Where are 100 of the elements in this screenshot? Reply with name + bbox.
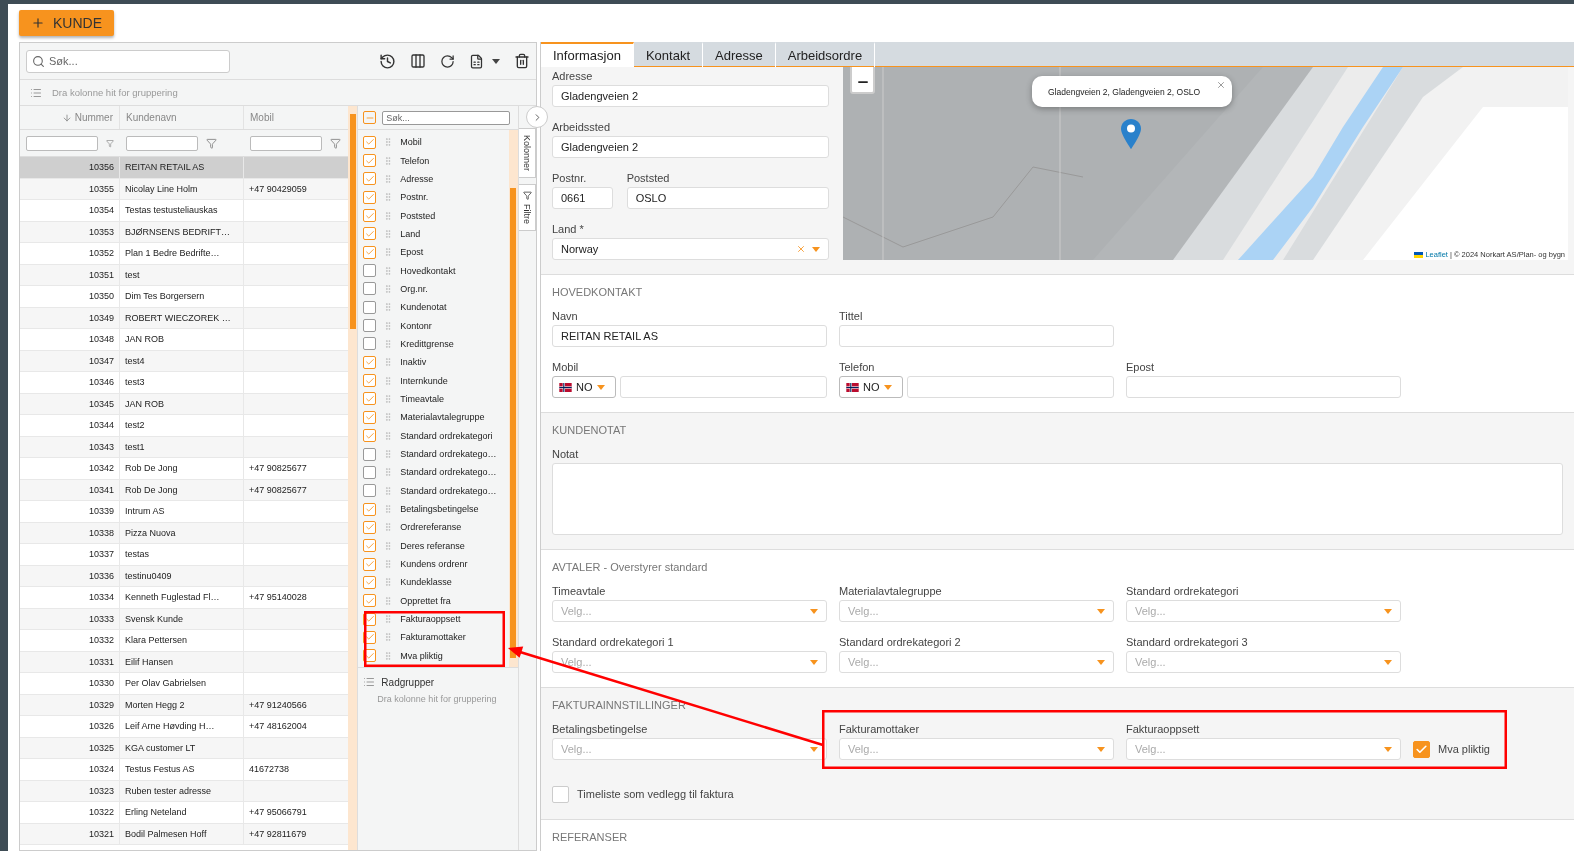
phone-field[interactable]	[907, 376, 1114, 398]
tab[interactable]: Informasjon	[541, 42, 634, 67]
table-row[interactable]: 10331 Eilif Hansen	[20, 651, 349, 673]
text-field[interactable]	[839, 325, 1114, 347]
checkbox[interactable]	[363, 520, 377, 534]
columns-icon[interactable]	[410, 53, 426, 69]
table-row[interactable]: 10330 Per Olav Gabrielsen	[20, 673, 349, 695]
checkbox[interactable]	[363, 264, 377, 278]
checkbox[interactable]	[363, 502, 377, 516]
select-field[interactable]: Norway	[552, 238, 829, 260]
table-row[interactable]: 10323 Ruben tester adresse	[20, 780, 349, 802]
table-row[interactable]: 10332 Klara Pettersen	[20, 630, 349, 652]
column-name: Kredittgrense	[400, 338, 454, 349]
table-row[interactable]: 10344 test2	[20, 415, 349, 437]
side-tab[interactable]: Filtre	[519, 184, 536, 232]
close-icon[interactable]	[1216, 80, 1226, 90]
phone-field[interactable]	[620, 376, 827, 398]
checkbox[interactable]	[363, 594, 377, 608]
filter-field[interactable]	[250, 135, 322, 151]
checkbox[interactable]	[363, 465, 377, 479]
checkbox[interactable]	[363, 447, 377, 461]
table-row[interactable]: 10322 Erling Neteland +47 95066791	[20, 802, 349, 824]
filter-icon[interactable]	[206, 137, 217, 149]
checkbox[interactable]	[363, 319, 377, 333]
checkbox[interactable]	[363, 539, 377, 553]
column-search-field[interactable]: Søk...	[382, 110, 511, 125]
column-name: Fakturaoppsett	[400, 614, 461, 625]
table-row[interactable]: 10354 Testas testusteliauskas	[20, 200, 349, 222]
text-field[interactable]: Gladengveien 2	[552, 136, 829, 158]
table-cell: BJØRNSENS BEDRIFT…	[120, 221, 244, 242]
checkbox[interactable]	[363, 484, 377, 498]
spreadsheet-icon[interactable]	[469, 53, 484, 69]
table-row[interactable]: 10355 Nicolay Line Holm +47 90429059	[20, 178, 349, 200]
checkbox[interactable]	[363, 282, 377, 296]
table-row[interactable]: 10353 BJØRNSENS BEDRIFT…	[20, 221, 349, 243]
table-row[interactable]: 10326 Leif Arne Høvding H… +47 48162004	[20, 716, 349, 738]
checkbox[interactable]	[363, 575, 377, 589]
table-row[interactable]: 10339 Intrum AS	[20, 501, 349, 523]
country-select[interactable]: NO	[552, 376, 616, 398]
checkbox[interactable]	[363, 337, 377, 351]
checkbox[interactable]	[363, 172, 377, 186]
select-all-checkbox[interactable]	[363, 111, 377, 124]
country-select[interactable]: NO	[839, 376, 903, 398]
table-row[interactable]: 10347 test4	[20, 350, 349, 372]
table-row[interactable]: 10336 testinu0409	[20, 565, 349, 587]
table-row[interactable]: 10352 Plan 1 Bedre Bedrifte…	[20, 243, 349, 265]
table-row[interactable]: 10346 test3	[20, 372, 349, 394]
scrollbar[interactable]	[348, 106, 359, 850]
history-icon[interactable]	[379, 52, 396, 70]
zoom-out-button[interactable]	[850, 67, 875, 94]
table-row[interactable]: 10356 REITAN RETAIL AS	[20, 157, 349, 179]
table-row[interactable]: 10343 test1	[20, 436, 349, 458]
checkbox[interactable]	[1413, 740, 1430, 758]
text-field[interactable]	[1126, 376, 1401, 398]
table-row[interactable]: 10325 KGA customer LT	[20, 737, 349, 759]
checkbox[interactable]	[363, 227, 377, 241]
filter-field[interactable]	[26, 135, 98, 151]
checkbox[interactable]	[363, 209, 377, 223]
checkbox[interactable]	[363, 392, 377, 406]
table-row[interactable]: 10348 JAN ROB	[20, 329, 349, 351]
filter-icon[interactable]	[330, 137, 341, 149]
checkbox[interactable]	[363, 135, 377, 149]
checkbox[interactable]	[552, 785, 569, 803]
clear-icon[interactable]	[796, 244, 806, 254]
table-row[interactable]: 10333 Svensk Kunde	[20, 608, 349, 630]
table-row[interactable]: 10345 JAN ROB	[20, 393, 349, 415]
filter-icon[interactable]	[106, 137, 114, 149]
table-row[interactable]: 10324 Testus Festus AS 41672738	[20, 759, 349, 781]
checkbox[interactable]	[363, 245, 377, 259]
trash-icon[interactable]	[514, 53, 530, 69]
table-row[interactable]: 10329 Morten Hegg 2 +47 91240566	[20, 694, 349, 716]
table-row[interactable]: 10338 Pizza Nuova	[20, 522, 349, 544]
checkbox[interactable]	[363, 557, 377, 571]
checkbox[interactable]	[363, 355, 377, 369]
text-field[interactable]: 0661	[552, 187, 613, 209]
text-field[interactable]: OSLO	[626, 187, 829, 209]
text-field[interactable]: Gladengveien 2	[552, 85, 829, 107]
checkbox[interactable]	[363, 410, 377, 424]
table-row[interactable]: 10334 Kenneth Fuglestad Fl… +47 95140028	[20, 587, 349, 609]
table-row[interactable]: 10342 Rob De Jong +47 90825677	[20, 458, 349, 480]
table-row[interactable]: 10350 Dim Tes Borgersern	[20, 286, 349, 308]
checkbox[interactable]	[363, 154, 377, 167]
side-tab[interactable]: Kolonner	[519, 128, 536, 179]
table-row[interactable]: 10341 Rob De Jong +47 90825677	[20, 479, 349, 501]
checkbox[interactable]	[363, 429, 377, 443]
checkbox[interactable]	[363, 300, 377, 314]
text-field[interactable]: REITAN RETAIL AS	[552, 325, 827, 347]
table-row[interactable]: 10349 ROBERT WIECZOREK …	[20, 307, 349, 329]
expand-button[interactable]	[526, 106, 549, 128]
checkbox[interactable]	[363, 190, 377, 204]
search-field[interactable]: Søk...	[26, 49, 230, 73]
scrollbar[interactable]	[509, 130, 519, 667]
checkbox[interactable]	[363, 374, 377, 388]
filter-field[interactable]	[126, 135, 198, 151]
table-row[interactable]: 10321 Bodil Palmesen Hoff +47 92811679	[20, 823, 349, 845]
refresh-icon[interactable]	[440, 53, 455, 69]
table-row[interactable]: 10337 testas	[20, 544, 349, 566]
table-row[interactable]: 10351 test	[20, 264, 349, 286]
add-customer-button[interactable]: KUNDE	[19, 10, 114, 36]
note-field[interactable]	[552, 463, 1563, 535]
